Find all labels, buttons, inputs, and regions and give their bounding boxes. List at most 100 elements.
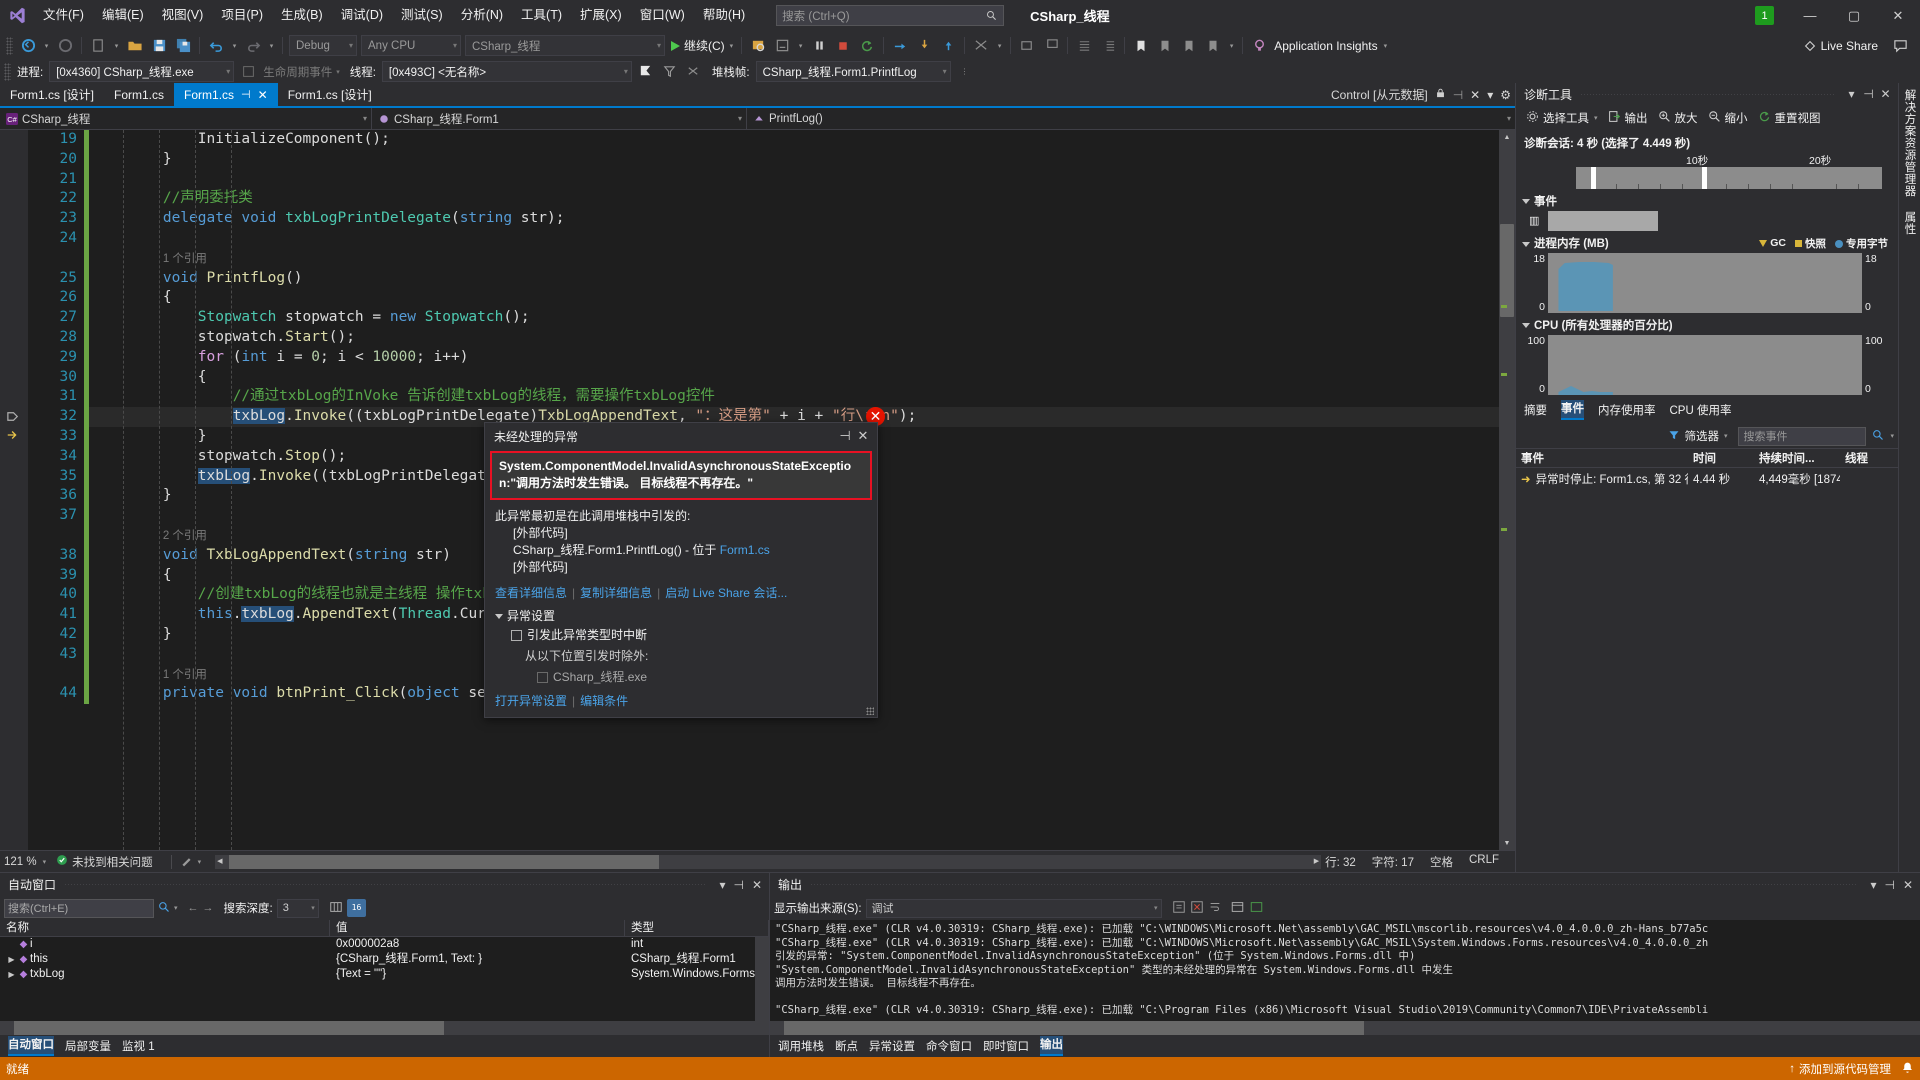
row-expander[interactable]: ▶ <box>6 953 17 967</box>
live-share-button[interactable]: Live Share <box>1803 39 1878 53</box>
prev-bookmark-icon[interactable] <box>1178 35 1200 57</box>
stackframe-combo[interactable]: CSharp_线程.Form1.PrintfLog▾ <box>756 61 951 82</box>
tab-output[interactable]: 输出 <box>1040 1036 1063 1056</box>
table-row[interactable]: ▶◆this {CSharp_线程.Form1, Text: } CSharp_… <box>0 952 769 967</box>
exception-pin-icon[interactable]: ⊣ <box>836 427 854 445</box>
step-over-icon[interactable] <box>889 35 911 57</box>
uncomment-icon[interactable] <box>1040 35 1062 57</box>
process-combo[interactable]: [0x4360] CSharp_线程.exe▾ <box>49 61 234 82</box>
code-line[interactable]: //声明委托类 <box>89 189 1499 209</box>
tab-form1-cs-1[interactable]: Form1.cs <box>104 83 174 106</box>
tab-pin-icon[interactable]: ⊣ <box>241 88 251 101</box>
autos-prev-icon[interactable]: ← <box>188 902 199 914</box>
code-line[interactable]: { <box>89 288 1499 308</box>
startup-project-combo[interactable]: CSharp_线程▾ <box>465 35 665 56</box>
tab-immediate-window[interactable]: 即时窗口 <box>983 1038 1029 1054</box>
output-toggle-wordwrap-icon[interactable] <box>1208 900 1222 917</box>
nav-class-combo[interactable]: CSharp_线程.Form1 ▾ <box>372 108 747 129</box>
app-insights-dropdown[interactable]: ▾ <box>1384 42 1388 50</box>
nav-member-combo[interactable]: PrintfLog() ▾ <box>747 108 1515 129</box>
table-row[interactable]: ▶◆txbLog {Text = ""} System.Windows.Form… <box>0 967 769 982</box>
dt-tab-summary[interactable]: 摘要 <box>1524 402 1547 418</box>
resize-grip[interactable] <box>866 707 874 715</box>
exe-checkbox[interactable] <box>537 672 548 683</box>
debug-toolbar-grip[interactable] <box>4 63 11 81</box>
zoom-out-button[interactable]: 缩小 <box>1703 107 1753 129</box>
editor-scrollbar[interactable]: ▲ ▼ <box>1499 130 1515 850</box>
tab-autos[interactable]: 自动窗口 <box>8 1036 54 1056</box>
output-clear-icon[interactable] <box>1190 900 1204 917</box>
tab-locals[interactable]: 局部变量 <box>65 1038 111 1054</box>
gear-icon[interactable]: ⚙ <box>1500 88 1511 102</box>
metadata-tab-title[interactable]: Control [从元数据] <box>1331 86 1428 103</box>
copy-details-link[interactable]: 复制详细信息 <box>580 586 652 600</box>
output-settings-icon[interactable] <box>1249 900 1264 917</box>
select-tool-button[interactable]: 选择工具 ▾ <box>1521 107 1603 129</box>
minimize-button[interactable]: — <box>1788 0 1832 31</box>
diagnostics-pin-icon[interactable]: ⊣ <box>1860 86 1877 103</box>
autos-chevron-icon[interactable]: ▾ <box>715 878 729 892</box>
dt-tab-cpu[interactable]: CPU 使用率 <box>1670 402 1732 418</box>
thread-combo[interactable]: [0x493C] <无名称>▾ <box>382 61 632 82</box>
tab-exception-settings[interactable]: 异常设置 <box>869 1038 915 1054</box>
navigate-back-dropdown[interactable]: ▾ <box>41 35 52 57</box>
diagnostics-chevron-icon[interactable]: ▾ <box>1843 86 1860 103</box>
autos-search-icon[interactable] <box>158 901 170 916</box>
code-line[interactable]: for (int i = 0; i < 10000; i++) <box>89 348 1499 368</box>
lifecycle-dropdown[interactable]: ▾ <box>336 68 340 76</box>
diagnostics-close-icon[interactable]: ✕ <box>1877 86 1894 103</box>
ink-tool[interactable]: ▾ <box>180 855 202 868</box>
autos-table-body[interactable]: ◆i 0x000002a8 int ▶◆this {CSharp_线程.Form… <box>0 937 769 1035</box>
scroll-up-icon[interactable]: ▲ <box>1499 130 1515 144</box>
hscroll-thumb[interactable] <box>229 855 659 869</box>
scrollbar-thumb[interactable] <box>1500 224 1514 317</box>
zoom-in-button[interactable]: 放大 <box>1653 107 1703 129</box>
breakpoint-dropdown[interactable]: ▾ <box>994 35 1005 57</box>
code-editor[interactable]: 1920212223242526272829303132333435363738… <box>0 130 1515 850</box>
menu-tools[interactable]: 工具(T) <box>512 0 571 31</box>
stop-debug-icon[interactable] <box>771 35 793 57</box>
row-expander[interactable]: ▶ <box>6 968 17 982</box>
exception-close-icon[interactable]: ✕ <box>854 427 872 445</box>
table-row[interactable]: ➜异常时停止: Form1.cs, 第 32 行 4.44 秒 4,449毫秒 … <box>1516 468 1898 489</box>
solution-explorer-vtab[interactable]: 解决方案资源管理器 <box>1902 89 1918 197</box>
notification-badge[interactable]: 1 <box>1755 6 1774 25</box>
code-line[interactable]: delegate void txbLogPrintDelegate(string… <box>89 209 1499 229</box>
cpu-section-header[interactable]: CPU (所有处理器的百分比) <box>1516 313 1898 335</box>
comment-icon[interactable] <box>1016 35 1038 57</box>
menu-analyze[interactable]: 分析(N) <box>452 0 512 31</box>
exception-settings-header[interactable]: 异常设置 <box>495 607 867 624</box>
restart-icon[interactable] <box>856 35 878 57</box>
step-into-icon[interactable] <box>913 35 935 57</box>
undo-dropdown[interactable]: ▾ <box>229 35 240 57</box>
close-button[interactable]: ✕ <box>1876 0 1920 31</box>
memory-section-header[interactable]: 进程内存 (MB) GC 快照 专用字节 <box>1516 231 1898 253</box>
tab-form1-cs-active[interactable]: Form1.cs ⊣ ✕ <box>174 83 278 106</box>
tab-breakpoints[interactable]: 断点 <box>835 1038 858 1054</box>
debug-overflow-icon[interactable]: ⋮ <box>961 67 969 76</box>
zoom-control[interactable]: 121 % ▾ <box>4 856 46 868</box>
tab-callstack[interactable]: 调用堆栈 <box>778 1038 824 1054</box>
autos-pin-icon[interactable]: ⊣ <box>729 878 747 892</box>
indent-icon[interactable] <box>1073 35 1095 57</box>
solution-platform-combo[interactable]: Any CPU▾ <box>361 35 461 56</box>
toolbar-grip[interactable] <box>6 37 13 55</box>
output-text[interactable]: "CSharp_线程.exe" (CLR v4.0.30319: CSharp_… <box>770 920 1920 1021</box>
breakpoint-glyph-icon[interactable] <box>6 409 21 429</box>
stop-dropdown[interactable]: ▾ <box>795 35 806 57</box>
output-source-combo[interactable]: 调试▾ <box>866 899 1162 918</box>
menu-debug[interactable]: 调试(D) <box>332 0 392 31</box>
diagnostics-timeline[interactable]: 10秒 20秒 <box>1516 155 1898 189</box>
close-tab-icon[interactable]: ✕ <box>1470 88 1480 102</box>
redo-icon[interactable] <box>242 35 264 57</box>
issue-status[interactable]: 未找到相关问题 <box>56 854 153 870</box>
bookmark-dropdown[interactable]: ▾ <box>1226 35 1237 57</box>
attach-process-icon[interactable] <box>747 35 769 57</box>
output-pin-icon[interactable]: ⊣ <box>1880 878 1898 892</box>
events-search-icon[interactable] <box>1872 429 1884 444</box>
redo-dropdown[interactable]: ▾ <box>266 35 277 57</box>
code-line[interactable]: void PrintfLog() <box>89 269 1499 289</box>
code-line[interactable]: //通过txbLog的InVoke 告诉创建txbLog的线程，需要操作txbL… <box>89 387 1499 407</box>
continue-button[interactable]: 继续(C) ▾ <box>667 35 737 57</box>
output-find-icon[interactable] <box>1172 900 1186 917</box>
